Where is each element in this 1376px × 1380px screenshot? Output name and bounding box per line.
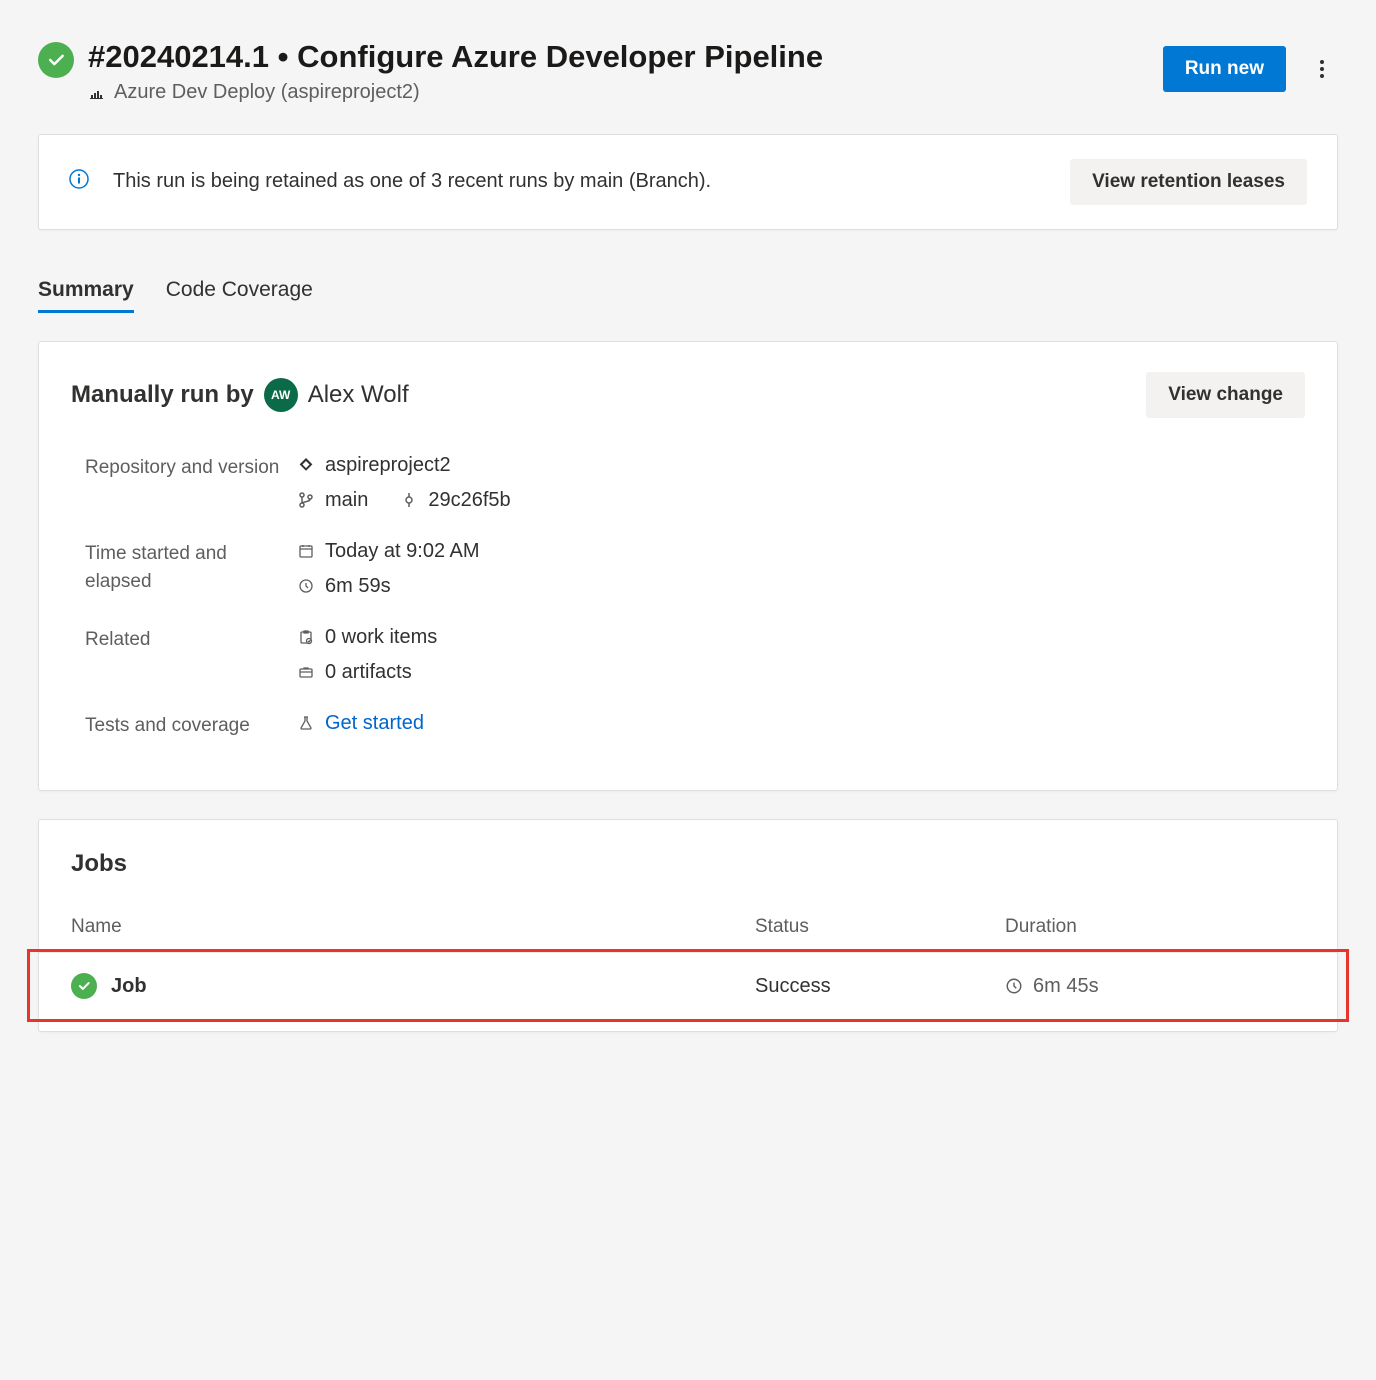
tab-bar: Summary Code Coverage xyxy=(38,270,1338,313)
pipeline-icon xyxy=(88,83,106,101)
ran-by: Manually run by AW Alex Wolf xyxy=(71,378,409,412)
run-number: #20240214.1 xyxy=(88,39,269,74)
more-actions-button[interactable] xyxy=(1306,53,1338,85)
summary-info-grid: Repository and version aspireproject2 ma… xyxy=(71,454,1305,741)
col-name: Name xyxy=(71,916,755,938)
tab-code-coverage[interactable]: Code Coverage xyxy=(166,270,313,313)
artifacts-icon xyxy=(297,663,315,681)
jobs-title: Jobs xyxy=(39,850,1337,902)
page-header: #20240214.1 • Configure Azure Developer … xyxy=(38,38,1338,104)
run-new-button[interactable]: Run new xyxy=(1163,46,1286,92)
clock-icon xyxy=(297,577,315,595)
calendar-icon xyxy=(297,542,315,560)
pipeline-name: Azure Dev Deploy (aspireproject2) xyxy=(114,81,420,104)
highlighted-job-row: Job Success 6m 45s xyxy=(27,949,1349,1022)
title-text: #20240214.1 • Configure Azure Developer … xyxy=(88,38,823,104)
jobs-table: Name Status Duration Job Success 6m 45s xyxy=(39,902,1337,1022)
view-retention-button[interactable]: View retention leases xyxy=(1070,159,1307,205)
retention-banner: This run is being retained as one of 3 r… xyxy=(38,134,1338,230)
page-title: #20240214.1 • Configure Azure Developer … xyxy=(88,38,823,77)
commit-hash[interactable]: 29c26f5b xyxy=(428,489,510,512)
status-success-icon xyxy=(38,42,74,78)
jobs-table-head: Name Status Duration xyxy=(39,902,1337,952)
label-related: Related xyxy=(85,626,285,684)
more-vertical-icon xyxy=(1320,60,1324,78)
work-items-icon xyxy=(297,628,315,646)
pipeline-title: Configure Azure Developer Pipeline xyxy=(297,39,823,74)
label-repo: Repository and version xyxy=(85,454,285,512)
branch-icon xyxy=(297,491,315,509)
summary-header: Manually run by AW Alex Wolf View change xyxy=(71,372,1305,418)
col-status: Status xyxy=(755,916,1005,938)
table-row[interactable]: Job Success 6m 45s xyxy=(39,952,1337,1019)
status-success-icon xyxy=(71,973,97,999)
value-related: 0 work items 0 artifacts xyxy=(297,626,1305,684)
value-time: Today at 9:02 AM 6m 59s xyxy=(297,540,1305,598)
job-name-cell: Job xyxy=(71,973,755,999)
retention-message-row: This run is being retained as one of 3 r… xyxy=(69,169,711,194)
get-started-link[interactable]: Get started xyxy=(325,712,424,735)
user-name[interactable]: Alex Wolf xyxy=(308,381,409,409)
started-time: Today at 9:02 AM xyxy=(325,540,480,563)
flask-icon xyxy=(297,714,315,732)
repo-icon xyxy=(297,456,315,474)
label-time: Time started and elapsed xyxy=(85,540,285,598)
pipeline-breadcrumb[interactable]: Azure Dev Deploy (aspireproject2) xyxy=(88,81,823,104)
elapsed-time: 6m 59s xyxy=(325,575,391,598)
jobs-card: Jobs Name Status Duration Job Success xyxy=(38,819,1338,1032)
clock-icon xyxy=(1005,977,1023,995)
title-block: #20240214.1 • Configure Azure Developer … xyxy=(38,38,823,104)
value-repo: aspireproject2 main 29c26f5b xyxy=(297,454,1305,512)
summary-card: Manually run by AW Alex Wolf View change… xyxy=(38,341,1338,792)
repo-name[interactable]: aspireproject2 xyxy=(325,454,451,477)
commit-icon xyxy=(400,491,418,509)
info-icon xyxy=(69,169,89,194)
label-tests: Tests and coverage xyxy=(85,712,285,741)
work-items-count[interactable]: 0 work items xyxy=(325,626,437,649)
retention-message: This run is being retained as one of 3 r… xyxy=(113,170,711,193)
avatar: AW xyxy=(264,378,298,412)
ran-by-prefix: Manually run by xyxy=(71,381,254,409)
job-name: Job xyxy=(111,975,147,998)
job-duration: 6m 45s xyxy=(1033,975,1099,998)
branch-name[interactable]: main xyxy=(325,489,368,512)
col-duration: Duration xyxy=(1005,916,1305,938)
job-status: Success xyxy=(755,975,1005,998)
tab-summary[interactable]: Summary xyxy=(38,270,134,313)
job-duration-cell: 6m 45s xyxy=(1005,975,1305,998)
header-actions: Run new xyxy=(1163,46,1338,92)
value-tests: Get started xyxy=(297,712,1305,741)
view-change-button[interactable]: View change xyxy=(1146,372,1305,418)
artifacts-count[interactable]: 0 artifacts xyxy=(325,661,412,684)
